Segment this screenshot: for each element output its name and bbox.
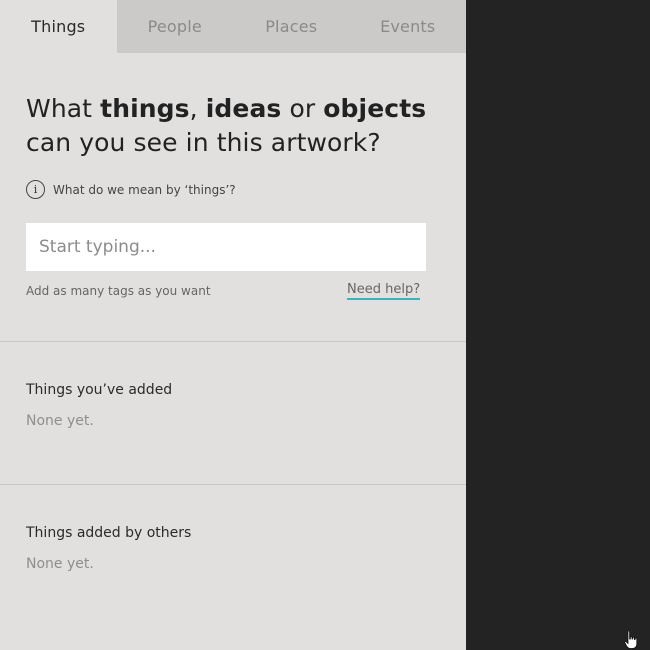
- tag-search-input[interactable]: [26, 223, 426, 271]
- others-section-title: Things added by others: [26, 525, 192, 541]
- added-section-title: Things you’ve added: [26, 382, 173, 398]
- tag-hint: Add as many tags as you want: [26, 284, 211, 298]
- question-separator: ,: [189, 94, 206, 123]
- tagging-panel: Things People Places Events What things,…: [0, 0, 466, 650]
- info-link[interactable]: i What do we mean by ‘things’?: [26, 180, 236, 199]
- info-icon: i: [26, 180, 45, 199]
- hand-pointer-icon: [624, 630, 638, 649]
- divider: [0, 484, 466, 485]
- added-section-empty: None yet.: [26, 413, 94, 429]
- tab-people[interactable]: People: [117, 0, 234, 53]
- tab-places[interactable]: Places: [233, 0, 350, 53]
- question-word-objects: objects: [323, 94, 427, 123]
- tab-things[interactable]: Things: [0, 0, 117, 53]
- artwork-area[interactable]: [466, 0, 650, 650]
- info-text: What do we mean by ‘things’?: [53, 182, 236, 197]
- question-word-ideas: ideas: [205, 94, 282, 123]
- question-heading: What things, ideas or objects can you see…: [26, 92, 446, 160]
- need-help-link[interactable]: Need help?: [347, 282, 421, 300]
- question-prefix: What: [26, 94, 101, 123]
- tab-bar: Things People Places Events: [0, 0, 466, 53]
- question-suffix: can you see in this artwork?: [26, 128, 381, 157]
- divider: [0, 341, 466, 342]
- others-section-empty: None yet.: [26, 556, 94, 572]
- question-word-things: things: [100, 94, 190, 123]
- question-separator: or: [281, 94, 324, 123]
- tab-events[interactable]: Events: [350, 0, 467, 53]
